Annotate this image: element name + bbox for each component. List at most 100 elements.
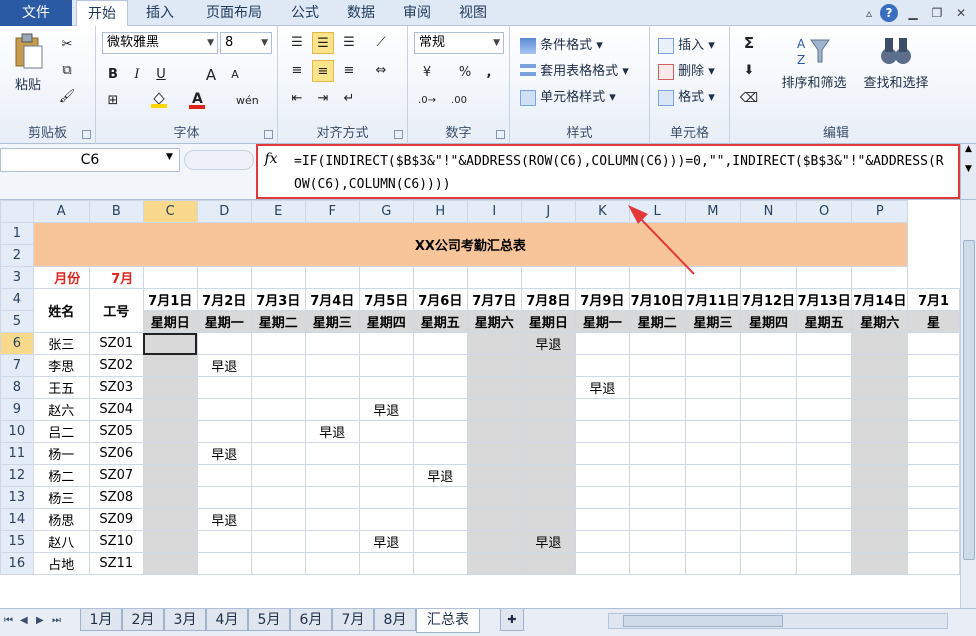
paste-button[interactable]: 粘贴 [8,32,48,93]
attendance-cell[interactable] [520,376,576,399]
attendance-cell[interactable] [795,552,853,575]
tab-page-layout[interactable]: 页面布局 [194,0,274,26]
row-header-13[interactable]: 13 [0,486,34,509]
attendance-cell[interactable] [628,332,686,355]
row-header-3[interactable]: 3 [0,266,34,289]
attendance-cell[interactable] [142,464,198,487]
row-header-1[interactable]: 1 [0,222,34,245]
delete-cells-button[interactable]: 删除 ▾ [658,60,715,80]
attendance-cell[interactable] [907,420,960,443]
attendance-cell[interactable] [740,552,797,575]
sheet-tab-4[interactable]: 5月 [248,609,290,631]
attendance-cell[interactable] [358,508,414,531]
attendance-cell[interactable] [684,354,742,377]
attendance-cell[interactable] [628,530,686,553]
vertical-scroll-thumb[interactable] [963,240,975,560]
employee-id[interactable]: SZ06 [88,442,144,465]
attendance-cell[interactable] [740,376,797,399]
tab-view[interactable]: 视图 [450,0,496,26]
attendance-cell[interactable] [304,508,360,531]
cell[interactable] [196,266,252,289]
attendance-cell[interactable] [358,332,414,355]
attendance-cell[interactable] [196,332,252,355]
tab-data[interactable]: 数据 [338,0,384,26]
percent-button[interactable]: % [454,62,476,84]
column-header-b[interactable]: B [88,200,144,223]
attendance-cell[interactable] [907,398,960,421]
attendance-cell[interactable] [250,420,306,443]
attendance-cell[interactable] [628,442,686,465]
attendance-cell[interactable] [304,376,360,399]
attendance-cell[interactable] [795,486,853,509]
alignment-launcher[interactable] [394,130,403,139]
attendance-cell[interactable] [466,376,522,399]
attendance-cell[interactable] [304,354,360,377]
fill-icon[interactable]: ⬇ [738,60,760,82]
cell[interactable] [740,266,797,289]
row-header-7[interactable]: 7 [0,354,34,377]
attendance-cell[interactable]: 早退 [358,398,414,421]
attendance-cell[interactable] [466,464,522,487]
cut-icon[interactable]: ✂ [56,34,78,56]
attendance-cell[interactable] [628,486,686,509]
attendance-cell[interactable] [795,376,853,399]
column-header-o[interactable]: O [795,200,853,223]
column-header-i[interactable]: I [466,200,522,223]
column-header-l[interactable]: L [628,200,686,223]
attendance-cell[interactable] [740,508,797,531]
attendance-cell[interactable] [907,552,960,575]
attendance-cell[interactable] [907,508,960,531]
attendance-cell[interactable] [142,508,198,531]
next-sheet-icon[interactable]: ▶ [36,615,44,626]
help-icon[interactable]: ? [880,4,898,22]
row-header-6[interactable]: 6 [0,332,34,355]
attendance-cell[interactable] [304,464,360,487]
increase-decimal-icon[interactable]: .0→ [416,90,438,112]
new-sheet-icon[interactable]: ✚ [500,609,524,631]
attendance-cell[interactable] [520,552,576,575]
attendance-cell[interactable] [907,530,960,553]
cell[interactable] [304,266,360,289]
attendance-cell[interactable] [358,464,414,487]
attendance-cell[interactable] [684,332,742,355]
attendance-cell[interactable] [851,376,909,399]
employee-id[interactable]: SZ02 [88,354,144,377]
employee-id[interactable]: SZ05 [88,420,144,443]
find-select-button[interactable]: 查找和选择 [856,34,936,91]
cell[interactable] [684,266,742,289]
formula-expand-scrollbar[interactable]: ▲ ▼ [960,144,976,199]
decrease-indent-icon[interactable]: ⇤ [286,88,308,110]
attendance-cell[interactable] [795,464,853,487]
close-icon[interactable]: ✕ [952,4,970,22]
attendance-cell[interactable] [142,398,198,421]
wrap-text-icon[interactable]: ↵ [338,88,360,110]
attendance-cell[interactable] [412,552,468,575]
attendance-cell[interactable]: 早退 [520,530,576,553]
cell-styles-button[interactable]: 单元格样式 ▾ [520,86,616,106]
attendance-cell[interactable] [907,354,960,377]
column-header-c[interactable]: C [142,200,198,223]
employee-id[interactable]: SZ09 [88,508,144,531]
number-format-combo[interactable]: 常规 ▼ [414,32,504,54]
prev-sheet-icon[interactable]: ◀ [20,615,28,626]
employee-name[interactable]: 杨一 [32,442,90,465]
fx-icon[interactable]: fx [258,148,284,170]
restore-icon[interactable]: ❐ [928,4,946,22]
attendance-cell[interactable] [795,530,853,553]
attendance-cell[interactable] [358,376,414,399]
attendance-cell[interactable] [795,354,853,377]
ribbon-minimize-icon[interactable]: ▵ [860,4,878,22]
attendance-cell[interactable] [684,442,742,465]
underline-button[interactable]: U [150,64,172,86]
attendance-cell[interactable] [520,486,576,509]
employee-name[interactable]: 赵八 [32,530,90,553]
attendance-cell[interactable] [196,420,252,443]
cell[interactable] [628,266,686,289]
attendance-cell[interactable] [684,486,742,509]
attendance-cell[interactable] [907,442,960,465]
borders-icon[interactable]: ⊞ [102,90,124,112]
attendance-cell[interactable]: 早退 [196,442,252,465]
font-name-combo[interactable]: 微软雅黑 ▼ [102,32,218,54]
column-header-h[interactable]: H [412,200,468,223]
active-cell-c6[interactable] [142,332,198,355]
